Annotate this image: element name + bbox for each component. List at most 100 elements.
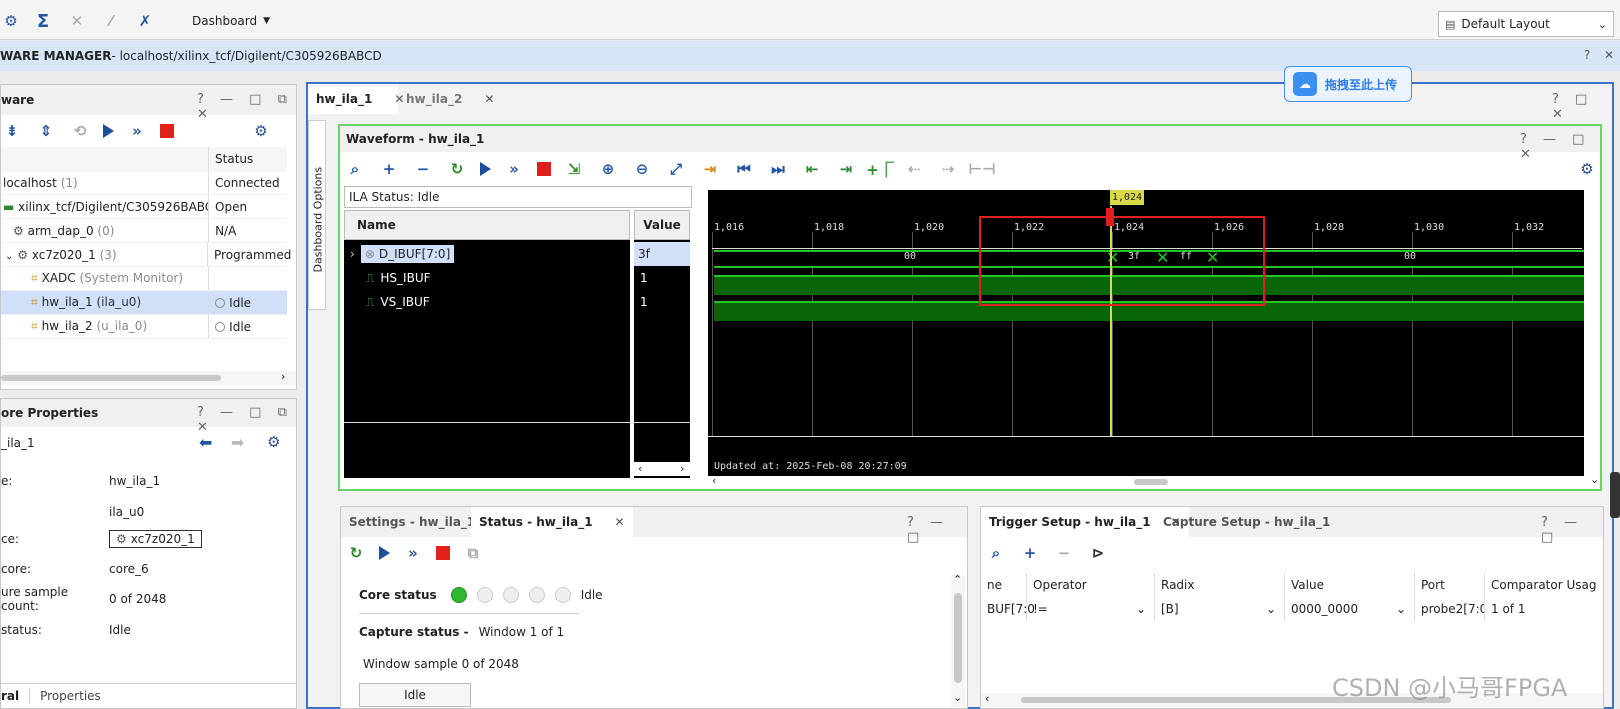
scroll-thumb[interactable] — [1134, 479, 1168, 485]
chevron-right-icon[interactable]: › — [350, 247, 355, 261]
run-immediate-icon[interactable]: » — [503, 158, 525, 180]
tree-row-xilinx-tcf[interactable]: ▬ xilinx_tcf/Digilent/C305926BABCD Open — [1, 195, 287, 219]
trigger-condition-icon[interactable]: ⊳ — [1087, 542, 1109, 564]
chevron-left-icon[interactable]: ‹ — [638, 462, 642, 475]
tab-capture-setup[interactable]: Capture Setup - hw_ila_1 — [1155, 507, 1338, 537]
run-immediate-icon[interactable]: » — [126, 120, 148, 142]
properties-tabbar: ral Properties — [1, 683, 296, 707]
next-transition-icon[interactable]: ⇥ — [835, 158, 857, 180]
auto-retrigger-icon[interactable]: ↻ — [446, 158, 468, 180]
zoom-fit-icon[interactable]: ⤢ — [665, 158, 687, 180]
settings-icon[interactable]: ⚙ — [0, 10, 22, 32]
chevron-down-icon[interactable]: ⌄ — [953, 691, 962, 704]
help-icon[interactable]: ? — [1584, 48, 1590, 62]
annotation-rectangle — [979, 216, 1265, 306]
search-icon[interactable]: ⌕ — [985, 542, 1007, 564]
close-icon[interactable]: ✕ — [1604, 48, 1614, 62]
tab-hw-ila-2[interactable]: hw_ila_2 ✕ — [398, 84, 494, 114]
upload-button[interactable]: ☁ 拖拽至此上传 — [1284, 66, 1412, 102]
core-properties-item: _ila_1 — [1, 436, 35, 450]
chevron-right-icon[interactable]: › — [680, 462, 684, 475]
run-immediate-icon[interactable]: » — [402, 542, 424, 564]
radix-select[interactable]: [B] ⌄ — [1155, 597, 1285, 621]
run-trigger-icon[interactable] — [379, 546, 390, 560]
zoom-out-icon[interactable]: ⊖ — [631, 158, 653, 180]
waveform-hscrollbar[interactable]: ‹ ⌄ — [708, 473, 1599, 488]
settings-icon[interactable]: ⚙ — [267, 433, 280, 451]
swap-cursors-icon[interactable]: ⊢⊣ — [968, 158, 995, 180]
next-marker-icon[interactable]: ⇢ — [937, 158, 959, 180]
close-icon[interactable]: ✕ — [615, 515, 625, 529]
search-icon[interactable]: ⌕ — [344, 158, 366, 180]
tab-hw-ila-1[interactable]: hw_ila_1 ✕ — [308, 84, 404, 114]
tree-row-xc7z020[interactable]: ⌄ ⚙ xc7z020_1 (3) Programmed — [1, 243, 291, 267]
zoom-in-icon[interactable]: ⊕ — [597, 158, 619, 180]
expand-all-icon[interactable]: ⇕ — [35, 120, 57, 142]
tree-row-xadc[interactable]: ⌗ XADC (System Monitor) — [1, 267, 287, 291]
layout-select[interactable]: ▤ Default Layout ⌄ — [1438, 11, 1614, 37]
settings-icon[interactable]: ⚙ — [250, 120, 272, 142]
chevron-right-icon[interactable]: › — [281, 370, 285, 383]
go-to-cursor-icon[interactable]: ⇥ — [699, 158, 721, 180]
add-marker-icon[interactable]: +⎾ — [866, 158, 894, 180]
operator-select[interactable]: != ⌄ — [1027, 597, 1155, 621]
watermark: CSDN @小马哥FPGA — [1332, 674, 1568, 702]
chevron-up-icon[interactable]: ⌃ — [953, 573, 962, 586]
go-to-end-icon[interactable]: ⏭ — [767, 158, 789, 180]
chevron-down-icon[interactable]: ⌄ — [1590, 473, 1599, 486]
close-icon[interactable]: ✕ — [484, 92, 494, 106]
hardware-hscrollbar[interactable]: › — [1, 370, 296, 385]
panel-window-controls[interactable]: ? □ ✕ — [1552, 92, 1612, 122]
stop-trigger-icon[interactable] — [436, 546, 450, 560]
stop-trigger-icon[interactable] — [160, 124, 174, 138]
trigger-row-name[interactable]: BUF[7:0 — [981, 597, 1035, 621]
go-to-start-icon[interactable]: ⏮ — [733, 158, 755, 180]
waveform-toolbar: ⌕ + − ↻ » ⇲ ⊕ ⊖ ⤢ ⇥ ⏮ ⏭ ⇤ ⇥ +⎾ ⇠ ⇢ ⊢⊣ ⚙ — [340, 154, 1600, 184]
settings-icon[interactable]: ⚙ — [1576, 158, 1598, 180]
name-value-scroll[interactable]: ‹ › — [634, 462, 690, 476]
disabled-wand-icon[interactable]: ⁄ — [100, 10, 122, 32]
signal-row-hs-ibuf[interactable]: ⎍ HS_IBUF — [344, 266, 630, 290]
back-arrow-icon[interactable]: ⬅ — [199, 433, 212, 452]
dashboard-options-tab[interactable]: Dashboard Options — [308, 120, 326, 310]
dashboard-menu[interactable]: Dashboard ▼ — [192, 14, 270, 28]
signal-row-d-ibuf[interactable]: › ⊗ D_IBUF[7:0] — [344, 242, 630, 266]
tree-row-arm-dap[interactable]: ⚙ arm_dap_0 (0) N/A — [1, 219, 287, 243]
run-trigger-icon[interactable] — [103, 124, 114, 138]
device-link[interactable]: ⚙ xc7z020_1 — [109, 530, 202, 548]
tree-row-hw-ila-2[interactable]: ⌗ hw_ila_2 (u_ila_0) Idle — [1, 315, 287, 339]
scroll-thumb[interactable] — [954, 593, 962, 683]
signal-value-column: Value 3f 1 1 — [634, 210, 690, 478]
tab-properties[interactable]: Properties — [30, 689, 111, 703]
previous-transition-icon[interactable]: ⇤ — [801, 158, 823, 180]
remove-icon[interactable]: − — [1053, 542, 1075, 564]
chevron-left-icon[interactable]: ‹ — [712, 474, 716, 487]
previous-marker-icon[interactable]: ⇠ — [903, 158, 925, 180]
add-probe-icon[interactable]: + — [378, 158, 400, 180]
tab-settings[interactable]: Settings - hw_ila_1 — [341, 507, 483, 537]
tree-row-hw-ila-1[interactable]: ⌗ hw_ila_1 (ila_u0) Idle — [1, 291, 287, 315]
chevron-left-icon[interactable]: ‹ — [985, 692, 989, 705]
value-select[interactable]: 0000_0000 ⌄ — [1285, 597, 1415, 621]
auto-connect-icon[interactable]: ⟲ — [69, 120, 91, 142]
signal-row-vs-ibuf[interactable]: ⎍ VS_IBUF — [344, 290, 630, 314]
status-vscrollbar[interactable]: ⌃ ⌄ — [951, 573, 965, 707]
forward-arrow-icon[interactable]: ➡ — [231, 433, 244, 452]
sigma-icon[interactable]: Σ — [32, 10, 54, 32]
tab-general[interactable]: ral — [1, 688, 31, 703]
cancel-tool-icon[interactable]: ✗ — [134, 10, 156, 32]
add-probe-icon[interactable]: + — [1019, 542, 1041, 564]
chevron-down-icon[interactable]: ⌄ — [5, 251, 13, 262]
stop-trigger-icon[interactable] — [537, 162, 551, 176]
remove-icon[interactable]: − — [412, 158, 434, 180]
capture-icon[interactable]: ⧉ — [462, 542, 484, 564]
side-handle[interactable] — [1610, 472, 1620, 518]
tree-row-localhost[interactable]: localhost (1) Connected — [1, 171, 287, 195]
collapse-all-icon[interactable]: ⇟ — [1, 120, 23, 142]
tab-status[interactable]: Status - hw_ila_1 ✕ — [471, 507, 633, 537]
run-trigger-icon[interactable] — [480, 162, 491, 176]
scroll-thumb[interactable] — [1, 375, 221, 381]
disabled-tool-icon[interactable]: ✕ — [66, 10, 88, 32]
export-icon[interactable]: ⇲ — [563, 158, 585, 180]
auto-retrigger-icon[interactable]: ↻ — [345, 542, 367, 564]
